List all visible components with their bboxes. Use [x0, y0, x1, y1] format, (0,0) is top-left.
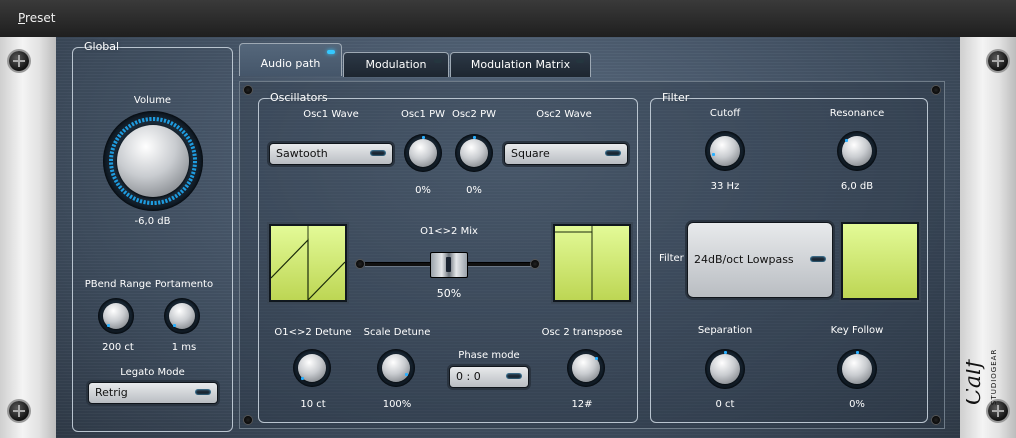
key-follow-label: Key Follow — [830, 325, 884, 336]
resonance-knob[interactable] — [837, 131, 877, 171]
filter-type-dropdown[interactable]: 24dB/oct Lowpass — [687, 222, 833, 298]
filter-type-value: 24dB/oct Lowpass — [694, 253, 794, 266]
calf-logo: Calf STUDIOGEAR — [961, 320, 1006, 420]
svg-text:STUDIOGEAR: STUDIOGEAR — [990, 349, 998, 405]
tab-modulation-matrix-label: Modulation Matrix — [470, 58, 571, 71]
osc2-pw-label: Osc2 PW — [451, 109, 497, 120]
volume-label: Volume — [133, 95, 172, 106]
bolt-icon — [244, 86, 252, 94]
scale-detune-label: Scale Detune — [363, 327, 431, 338]
volume-value: -6,0 dB — [134, 216, 171, 227]
phase-mode-label: Phase mode — [458, 350, 520, 361]
osc1-waveform-display — [269, 224, 347, 302]
detune-knob[interactable] — [293, 349, 331, 387]
tab-modulation-matrix[interactable]: Modulation Matrix — [450, 52, 591, 77]
osc1-wave-dropdown[interactable]: Sawtooth — [269, 143, 393, 165]
slider-end-icon — [356, 260, 364, 268]
tab-modulation-label: Modulation — [365, 58, 427, 71]
dropdown-led-icon — [605, 150, 621, 156]
screw-icon — [9, 51, 29, 71]
preset-menu[interactable]: Preset — [18, 11, 55, 25]
filter-group: Filter Cutoff 33 Hz Resonance 6,0 dB Fil… — [650, 91, 928, 423]
cutoff-knob[interactable] — [705, 131, 745, 171]
tab-audio-path-label: Audio path — [260, 57, 321, 70]
scale-detune-value: 100% — [382, 399, 412, 410]
osc2-wave-label: Osc2 Wave — [536, 109, 592, 120]
resonance-label: Resonance — [829, 108, 885, 119]
portamento-value: 1 ms — [171, 342, 197, 353]
pbend-value: 200 ct — [102, 342, 134, 353]
osc2-pw-value: 0% — [466, 185, 482, 196]
osc2-pw-knob[interactable] — [455, 134, 493, 172]
transpose-value: 12# — [571, 399, 593, 410]
resonance-value: 6,0 dB — [840, 181, 874, 192]
volume-knob[interactable] — [103, 111, 203, 211]
dropdown-led-icon — [370, 150, 386, 156]
tab-led-icon — [576, 59, 584, 63]
pbend-label: PBend Range — [84, 279, 152, 290]
cutoff-label: Cutoff — [709, 108, 741, 119]
slider-end-icon — [531, 260, 539, 268]
bolt-icon — [244, 416, 252, 424]
phase-mode-dropdown[interactable]: 0 : 0 — [449, 366, 529, 388]
osc2-wave-dropdown[interactable]: Square — [504, 143, 628, 165]
square-wave-icon — [555, 226, 593, 300]
phase-mode-value: 0 : 0 — [456, 370, 481, 383]
osc2-waveform-display — [553, 224, 631, 302]
pbend-knob[interactable] — [98, 298, 134, 334]
screw-icon — [9, 401, 29, 421]
main-panel: Global Volume -6,0 dB PBend Range 200 ct… — [56, 37, 960, 438]
osc1-wave-value: Sawtooth — [276, 147, 328, 160]
key-follow-value: 0% — [849, 399, 865, 410]
dropdown-led-icon — [506, 373, 522, 379]
transpose-knob[interactable] — [567, 349, 605, 387]
filter-type-label: Filter — [659, 253, 684, 264]
sawtooth-wave-icon — [271, 226, 345, 300]
separation-value: 0 ct — [715, 399, 735, 410]
filter-title: Filter — [662, 91, 690, 104]
osc2-wave-value: Square — [511, 147, 550, 160]
transpose-label: Osc 2 transpose — [541, 327, 623, 338]
legato-label: Legato Mode — [120, 367, 185, 378]
tab-led-icon — [327, 50, 335, 54]
osc1-pw-knob[interactable] — [404, 134, 442, 172]
svg-text:Calf: Calf — [966, 356, 986, 405]
dropdown-led-icon — [810, 256, 826, 262]
filter-response-display — [841, 222, 919, 300]
tab-audio-path[interactable]: Audio path — [239, 43, 342, 76]
legato-mode-dropdown[interactable]: Retrig — [88, 382, 218, 404]
bolt-icon — [932, 86, 940, 94]
mix-slider-handle[interactable] — [430, 252, 468, 278]
osc1-wave-label: Osc1 Wave — [303, 109, 359, 120]
dropdown-led-icon — [195, 389, 211, 395]
oscillators-title: Oscillators — [270, 91, 328, 104]
portamento-knob[interactable] — [164, 298, 200, 334]
global-group: Global Volume -6,0 dB PBend Range 200 ct… — [72, 40, 233, 432]
portamento-label: Portamento — [154, 279, 214, 290]
key-follow-knob[interactable] — [837, 349, 877, 389]
menu-bar: Preset — [0, 0, 1016, 38]
scale-detune-knob[interactable] — [377, 349, 415, 387]
separation-knob[interactable] — [705, 349, 745, 389]
tab-led-icon — [434, 59, 442, 63]
tab-modulation[interactable]: Modulation — [343, 52, 449, 77]
legato-mode-value: Retrig — [95, 386, 128, 399]
separation-label: Separation — [697, 325, 753, 336]
mix-value: 50% — [436, 287, 462, 300]
cutoff-value: 33 Hz — [710, 181, 740, 192]
screw-icon — [988, 51, 1008, 71]
oscillators-group: Oscillators Osc1 Wave Sawtooth Osc1 PW 0… — [258, 91, 638, 423]
global-title: Global — [84, 40, 120, 53]
mix-label: O1<>2 Mix — [420, 226, 478, 237]
bolt-icon — [932, 416, 940, 424]
rack-rail-left — [0, 37, 56, 438]
